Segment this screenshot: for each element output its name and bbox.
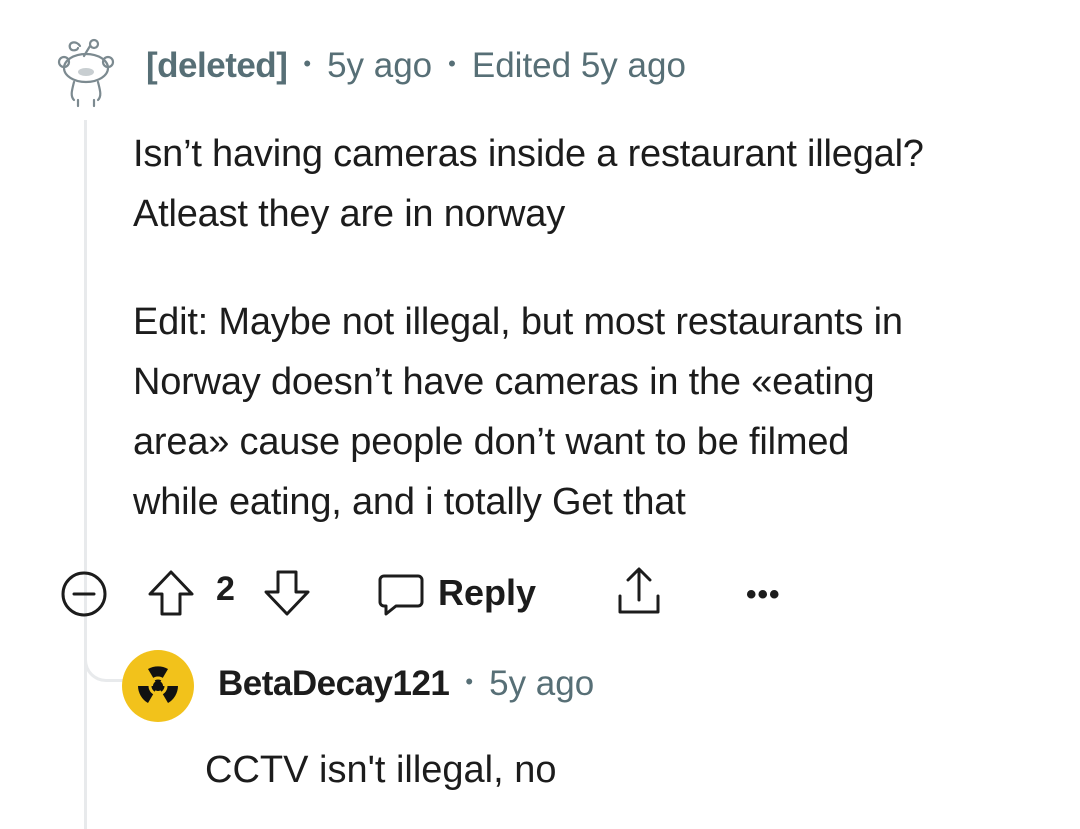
downvote-button[interactable] xyxy=(260,566,314,620)
reply-author[interactable]: BetaDecay121 xyxy=(218,664,450,704)
thread-line[interactable] xyxy=(84,120,87,829)
reply-age: 5y ago xyxy=(489,664,595,703)
arrow-up-icon xyxy=(148,570,194,616)
share-icon xyxy=(618,567,660,614)
more-options-button[interactable]: ••• xyxy=(746,578,781,612)
comment-author[interactable]: [deleted] xyxy=(146,46,288,86)
comment-paragraph: Isn’t having cameras inside a restaurant… xyxy=(133,133,924,235)
separator-dot: • xyxy=(465,669,474,694)
upvote-button[interactable] xyxy=(144,566,198,620)
speech-bubble-icon xyxy=(378,574,424,616)
comment-header: [deleted] • 5y ago • Edited 5y ago xyxy=(146,46,686,86)
reply-body: CCTV isn't illegal, no xyxy=(205,749,557,791)
comment-action-bar: 2 Reply ••• xyxy=(56,562,816,622)
comment-edited: Edited 5y ago xyxy=(471,46,686,85)
radiation-icon xyxy=(122,650,194,722)
separator-dot: • xyxy=(448,51,456,76)
vote-count: 2 xyxy=(216,570,235,608)
separator-dot: • xyxy=(303,51,312,76)
snoo-outline-icon xyxy=(57,38,115,108)
reply-label: Reply xyxy=(438,572,537,613)
collapse-button[interactable] xyxy=(58,568,110,620)
reply-button[interactable]: Reply xyxy=(376,566,536,620)
comment-paragraph: Edit: Maybe not illegal, but most restau… xyxy=(133,301,903,523)
reply-header: BetaDecay121 • 5y ago xyxy=(218,664,594,704)
comment-body: Isn’t having cameras inside a restaurant… xyxy=(133,124,1053,532)
comment-age: 5y ago xyxy=(327,46,433,85)
arrow-down-icon xyxy=(264,570,310,616)
share-button[interactable] xyxy=(612,564,666,620)
comment-thread: [deleted] • 5y ago • Edited 5y ago Isn’t… xyxy=(0,0,1080,829)
minus-circle-icon xyxy=(61,571,107,617)
